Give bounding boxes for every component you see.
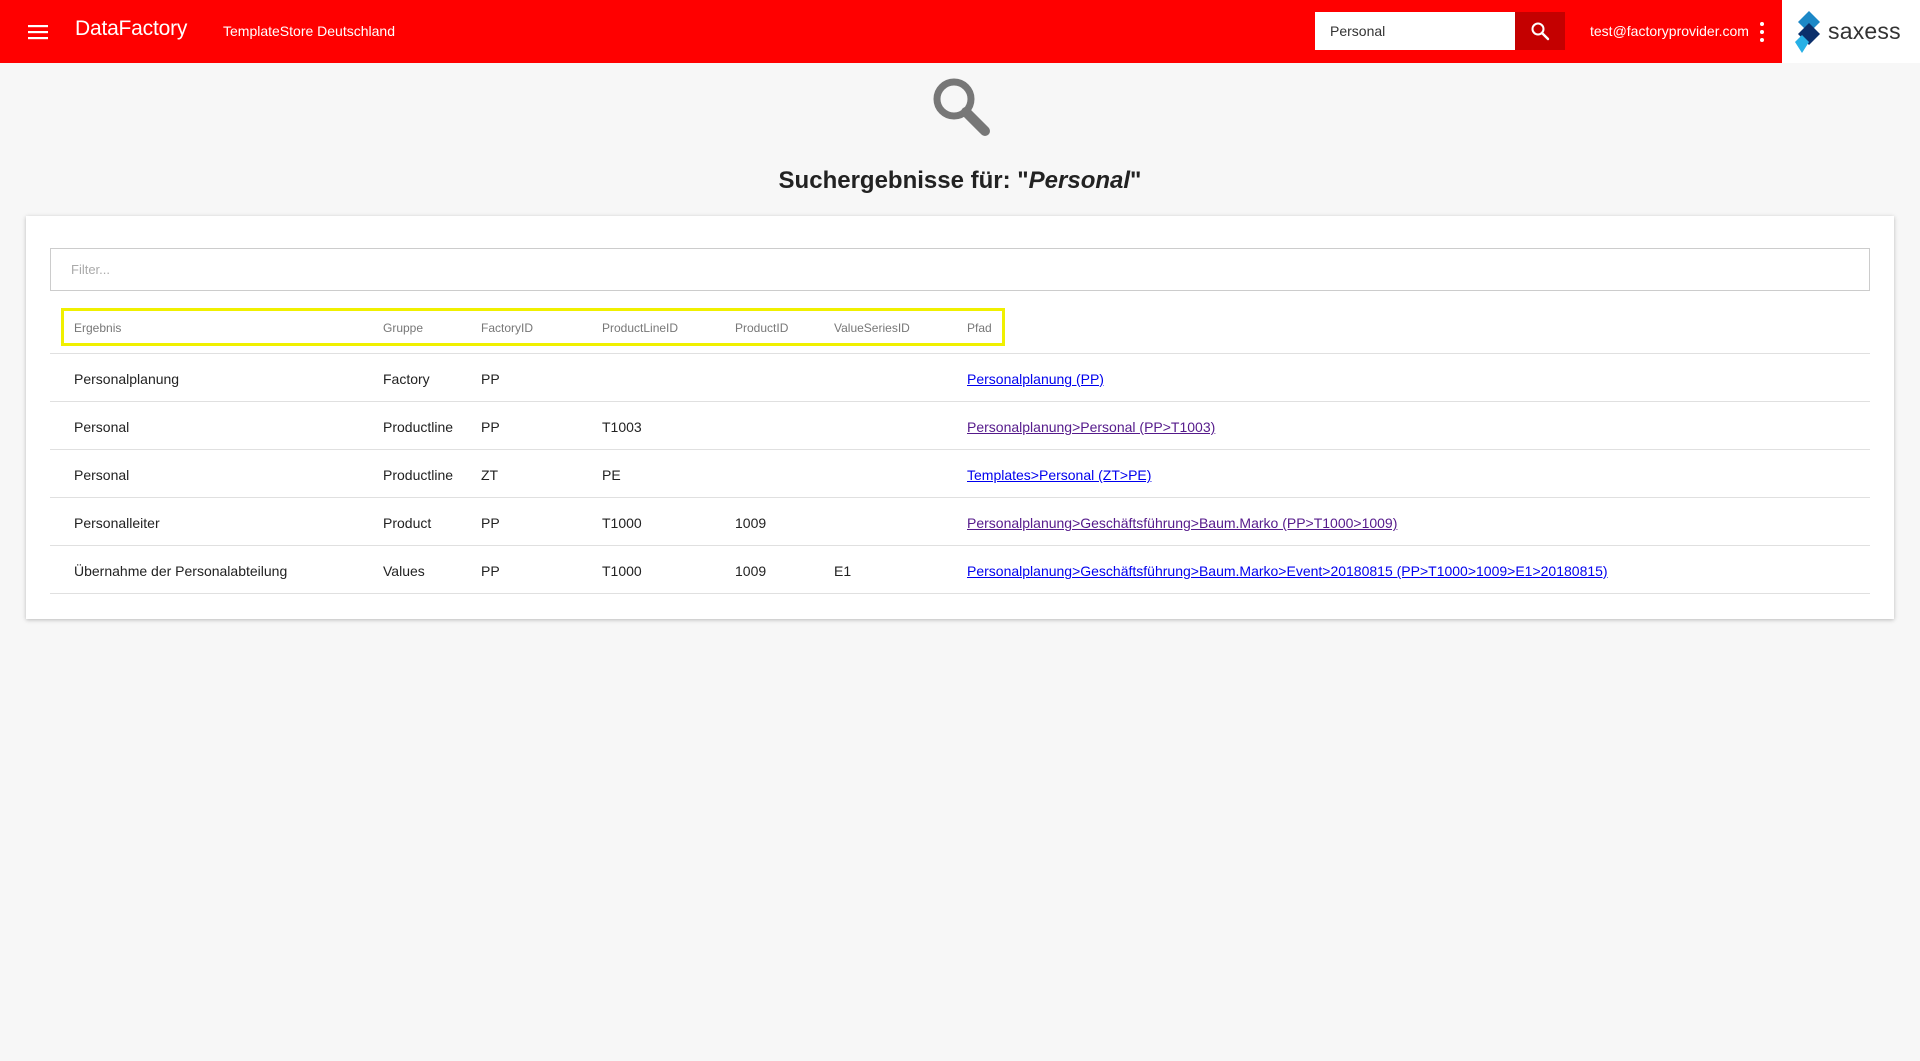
cell-productlineid: T1000 xyxy=(602,515,642,531)
column-header-pfad[interactable]: Pfad xyxy=(967,321,992,335)
path-link[interactable]: Personalplanung (PP) xyxy=(967,371,1104,387)
logo-text: saxess xyxy=(1828,18,1901,44)
results-card: Ergebnis Gruppe FactoryID ProductLineID … xyxy=(26,216,1894,619)
cell-gruppe: Product xyxy=(383,515,432,531)
path-link[interactable]: Personalplanung>Personal (PP>T1003) xyxy=(967,419,1215,435)
cell-productlineid: PE xyxy=(602,467,621,483)
kebab-more-icon[interactable] xyxy=(1757,22,1767,42)
cell-ergebnis: Personalplanung xyxy=(74,371,180,387)
cell-ergebnis: Personal xyxy=(74,419,130,435)
cell-factoryid: PP xyxy=(481,371,500,387)
cell-productid: 1009 xyxy=(735,563,767,579)
column-header-productlineid[interactable]: ProductLineID xyxy=(602,321,678,335)
saxess-logo: saxess xyxy=(1782,0,1920,63)
column-header-productid[interactable]: ProductID xyxy=(735,321,788,335)
column-header-factoryid[interactable]: FactoryID xyxy=(481,321,533,335)
table-row: Personalplanung Factory PP Personalplanu… xyxy=(50,354,1870,402)
cell-factoryid: PP xyxy=(481,515,500,531)
diamond-logo-icon xyxy=(1795,10,1820,53)
search-icon xyxy=(1531,22,1550,41)
table-row: Personalleiter Product PP T1000 1009 Per… xyxy=(50,498,1870,546)
cell-valueseriesid: E1 xyxy=(834,563,852,579)
store-name[interactable]: TemplateStore Deutschland xyxy=(223,23,395,39)
app-brand[interactable]: DataFactory xyxy=(75,17,187,41)
cell-gruppe: Values xyxy=(383,563,425,579)
table-row: Personal Productline PP T1003 Personalpl… xyxy=(50,402,1870,450)
path-link[interactable]: Personalplanung>Geschäftsführung>Baum.Ma… xyxy=(967,563,1608,579)
cell-factoryid: PP xyxy=(481,419,500,435)
hamburger-menu-icon[interactable] xyxy=(26,20,50,44)
cell-factoryid: PP xyxy=(481,563,500,579)
column-header-valueseriesid[interactable]: ValueSeriesID xyxy=(834,321,910,335)
table-row: Personal Productline ZT PE Templates>Per… xyxy=(50,450,1870,498)
path-link[interactable]: Templates>Personal (ZT>PE) xyxy=(967,467,1151,483)
cell-ergebnis: Personalleiter xyxy=(74,515,160,531)
cell-ergebnis: Übernahme der Personalabteilung xyxy=(74,563,288,579)
search-button[interactable] xyxy=(1515,12,1565,50)
results-title: Suchergebnisse für: "Personal" xyxy=(778,167,1142,194)
search-input[interactable] xyxy=(1315,12,1515,50)
large-search-icon xyxy=(933,78,990,136)
top-app-bar: DataFactory TemplateStore Deutschland te… xyxy=(0,0,1920,63)
user-email[interactable]: test@factoryprovider.com xyxy=(1590,23,1749,39)
search-query: Personal xyxy=(1028,167,1131,194)
table-row: Übernahme der Personalabteilung Values P… xyxy=(50,546,1870,594)
cell-factoryid: ZT xyxy=(481,467,499,483)
cell-productlineid: T1003 xyxy=(602,419,642,435)
cell-ergebnis: Personal xyxy=(74,467,130,483)
cell-productlineid: T1000 xyxy=(602,563,642,579)
cell-productid: 1009 xyxy=(735,515,767,531)
cell-gruppe: Productline xyxy=(383,419,454,435)
path-link[interactable]: Personalplanung>Geschäftsführung>Baum.Ma… xyxy=(967,515,1397,531)
cell-gruppe: Productline xyxy=(383,467,454,483)
column-header-ergebnis[interactable]: Ergebnis xyxy=(74,321,121,335)
column-header-gruppe[interactable]: Gruppe xyxy=(383,321,423,335)
cell-gruppe: Factory xyxy=(383,371,430,387)
filter-input[interactable] xyxy=(50,248,1870,291)
table-header-row: Ergebnis Gruppe FactoryID ProductLineID … xyxy=(50,308,1870,354)
